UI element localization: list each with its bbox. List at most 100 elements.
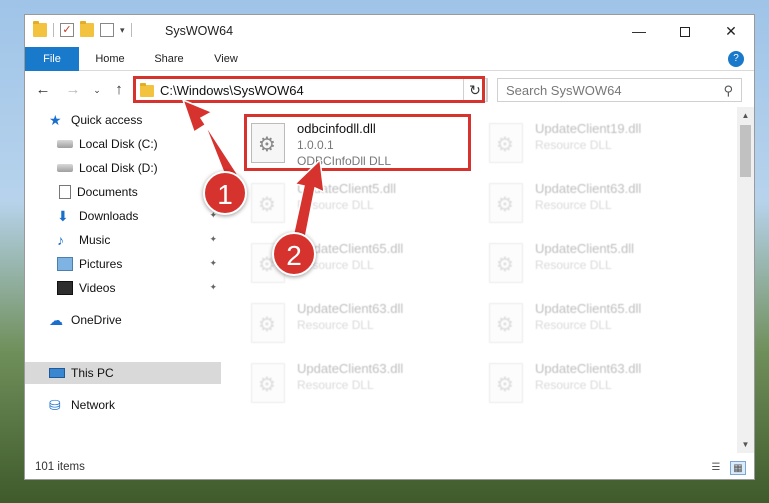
customize-toolbar-icon[interactable]: ▾: [120, 25, 125, 36]
help-icon[interactable]: ?: [728, 51, 744, 67]
file-description: ODBCInfoDll DLL: [297, 154, 392, 168]
vertical-scrollbar[interactable]: ▲ ▼: [737, 107, 754, 453]
new-folder-icon[interactable]: [80, 21, 94, 37]
tiles-view-icon[interactable]: ▦: [730, 461, 746, 475]
search-input[interactable]: [498, 79, 713, 101]
dll-file-icon: [251, 303, 285, 343]
sidebar-item-quick-access[interactable]: ★ Quick access: [25, 109, 221, 131]
sidebar-item-this-pc[interactable]: This PC: [25, 362, 221, 384]
sidebar-item-label: Network: [71, 398, 116, 412]
sidebar-item-label: This PC: [71, 366, 114, 380]
file-description: Resource DLL: [535, 138, 612, 152]
maximize-button[interactable]: [662, 15, 708, 47]
sidebar-item-label: Downloads: [79, 209, 139, 223]
ribbon-tabs: File Home Share View ?: [25, 47, 754, 71]
properties-check-icon[interactable]: ✓: [60, 23, 74, 37]
dll-file-icon: [489, 303, 523, 343]
title-bar: ✓ ▾ SysWOW64 — ✕: [25, 15, 754, 47]
address-bar[interactable]: C:\Windows\SysWOW64 ⌄: [133, 78, 488, 102]
tab-view[interactable]: View: [203, 47, 249, 71]
status-bar: 101 items ☰ ▦: [25, 455, 754, 481]
up-button[interactable]: ↑: [109, 80, 129, 100]
network-icon: ⛁: [49, 397, 61, 413]
file-version: 1.0.0.1: [297, 138, 334, 152]
minimize-button[interactable]: —: [616, 15, 662, 47]
file-name: UpdateClient5.dll: [535, 241, 635, 256]
file-name: UpdateClient65.dll: [535, 301, 642, 316]
file-item[interactable]: UpdateClient63.dll Resource DLL: [247, 357, 467, 411]
search-box[interactable]: ⚲: [497, 78, 742, 102]
disk-icon: [57, 164, 73, 172]
document-icon: [59, 185, 71, 199]
toolbar-separator: [53, 23, 54, 37]
file-item[interactable]: UpdateClient65.dll Resource DLL: [485, 297, 705, 351]
sidebar-item-network[interactable]: ⛁ Network: [25, 394, 221, 416]
forward-button[interactable]: →: [63, 80, 83, 100]
file-item[interactable]: UpdateClient63.dll Resource DLL: [485, 177, 705, 231]
scroll-thumb[interactable]: [740, 125, 751, 177]
video-icon: [57, 281, 73, 295]
sidebar-item-downloads[interactable]: ⬇ Downloads ✦: [25, 205, 221, 227]
pin-icon[interactable]: ✦: [209, 282, 217, 293]
properties-icon[interactable]: [100, 23, 114, 37]
navigation-bar: ← → ⌄ ↑ C:\Windows\SysWOW64 ⌄ ↻ ⚲: [25, 75, 754, 105]
sidebar-item-documents[interactable]: Documents ✦: [25, 181, 221, 203]
sidebar-item-label: Pictures: [79, 257, 123, 271]
tab-share[interactable]: Share: [143, 47, 195, 71]
toolbar-separator: [130, 23, 132, 37]
music-icon: ♪: [57, 232, 64, 248]
back-button[interactable]: ←: [33, 80, 53, 100]
file-description: Resource DLL: [535, 198, 612, 212]
sidebar-item-label: Documents: [77, 185, 138, 199]
download-icon: ⬇: [57, 208, 69, 224]
dll-file-icon: [489, 183, 523, 223]
address-path[interactable]: C:\Windows\SysWOW64: [160, 83, 304, 98]
file-name: UpdateClient63.dll: [535, 361, 642, 376]
sidebar-item-videos[interactable]: Videos ✦: [25, 277, 221, 299]
recent-locations-button[interactable]: ⌄: [87, 80, 107, 100]
dll-file-icon: [251, 183, 285, 223]
tab-file[interactable]: File: [25, 47, 79, 71]
refresh-button[interactable]: ↻: [463, 78, 487, 102]
details-view-icon[interactable]: ☰: [708, 461, 724, 475]
file-item-highlighted[interactable]: odbcinfodll.dll 1.0.0.1 ODBCInfoDll DLL: [247, 117, 467, 171]
pin-icon[interactable]: ✦: [209, 258, 217, 269]
file-item[interactable]: UpdateClient5.dll Resource DLL: [247, 177, 467, 231]
sidebar-item-label: Music: [79, 233, 111, 247]
star-icon: ★: [49, 112, 62, 128]
sidebar-item-local-disk-d[interactable]: Local Disk (D:): [25, 157, 221, 179]
file-name: UpdateClient63.dll: [535, 181, 642, 196]
search-icon[interactable]: ⚲: [723, 83, 733, 99]
file-item[interactable]: UpdateClient63.dll Resource DLL: [485, 357, 705, 411]
close-button[interactable]: ✕: [708, 15, 754, 47]
window-title: SysWOW64: [165, 24, 234, 38]
file-name: odbcinfodll.dll: [297, 121, 376, 136]
file-item[interactable]: UpdateClient5.dll Resource DLL: [485, 237, 705, 291]
scroll-up-icon[interactable]: ▲: [737, 107, 754, 124]
sidebar-item-onedrive[interactable]: ☁ OneDrive: [25, 309, 221, 331]
file-description: Resource DLL: [297, 318, 374, 332]
file-name: UpdateClient63.dll: [297, 301, 404, 316]
disk-icon: [57, 140, 73, 148]
file-item[interactable]: UpdateClient63.dll Resource DLL: [247, 297, 467, 351]
dll-file-icon: [251, 123, 285, 163]
file-description: Resource DLL: [535, 378, 612, 392]
file-list: odbcinfodll.dll 1.0.0.1 ODBCInfoDll DLL …: [221, 107, 737, 453]
file-description: Resource DLL: [297, 198, 374, 212]
item-count: 101 items: [35, 461, 85, 473]
sidebar-item-label: OneDrive: [71, 313, 122, 327]
sidebar-item-local-disk-c[interactable]: Local Disk (C:): [25, 133, 221, 155]
file-description: Resource DLL: [535, 258, 612, 272]
navigation-pane: ★ Quick access Local Disk (C:) Local Dis…: [25, 107, 221, 453]
file-description: Resource DLL: [535, 318, 612, 332]
sidebar-item-label: Videos: [79, 281, 116, 295]
file-name: UpdateClient19.dll: [535, 121, 642, 136]
tab-home[interactable]: Home: [85, 47, 135, 71]
scroll-down-icon[interactable]: ▼: [737, 436, 754, 453]
sidebar-item-music[interactable]: ♪ Music ✦: [25, 229, 221, 251]
file-item[interactable]: UpdateClient19.dll Resource DLL: [485, 117, 705, 171]
explorer-window: ✓ ▾ SysWOW64 — ✕ File Home Share View ? …: [24, 14, 755, 480]
dll-file-icon: [251, 363, 285, 403]
sidebar-item-pictures[interactable]: Pictures ✦: [25, 253, 221, 275]
pin-icon[interactable]: ✦: [209, 234, 217, 245]
